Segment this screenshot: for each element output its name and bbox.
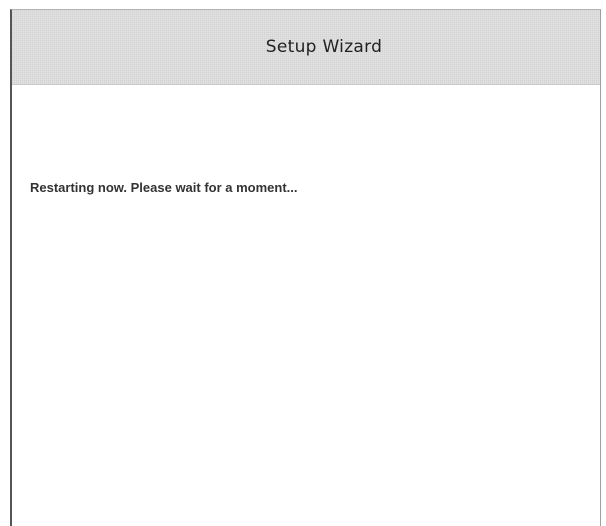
- wizard-window: Setup Wizard Restarting now. Please wait…: [10, 9, 601, 526]
- restart-status-message: Restarting now. Please wait for a moment…: [30, 180, 298, 195]
- wizard-header: Setup Wizard: [12, 10, 600, 85]
- wizard-body: Restarting now. Please wait for a moment…: [12, 85, 600, 526]
- page-title: Setup Wizard: [265, 37, 383, 57]
